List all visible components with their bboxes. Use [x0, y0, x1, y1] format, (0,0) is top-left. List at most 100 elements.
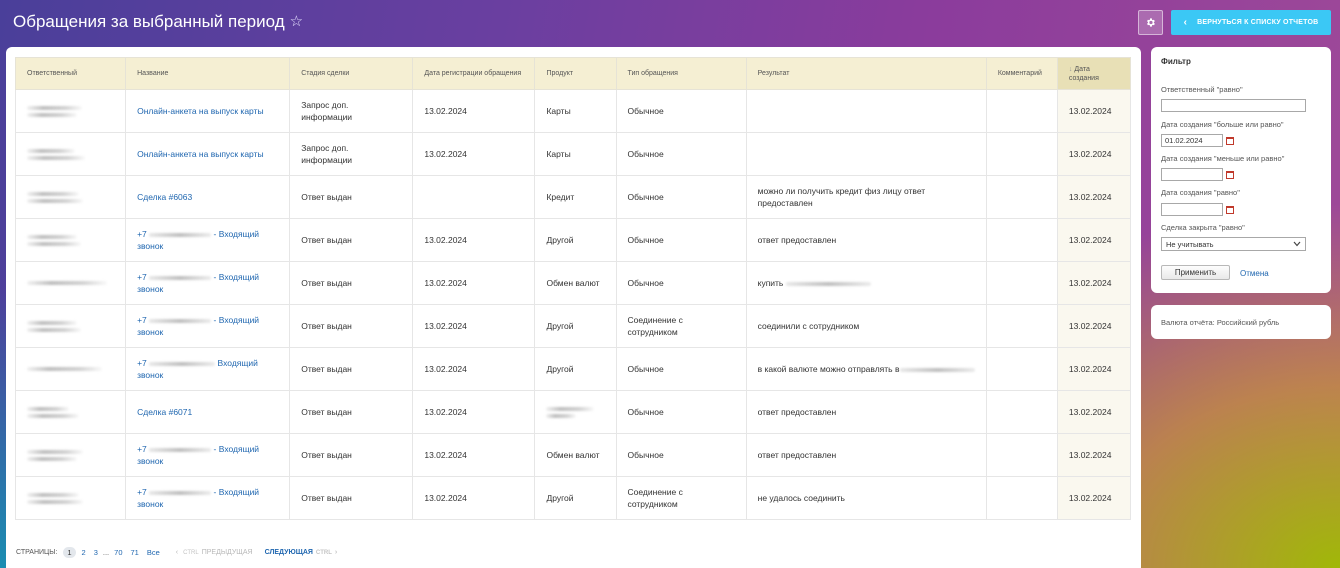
cell-stage: Ответ выдан — [289, 476, 414, 520]
page-link-all[interactable]: Все — [147, 548, 160, 557]
filter-created-eq-input[interactable] — [1161, 203, 1223, 216]
page-link-1[interactable]: 1 — [63, 546, 76, 558]
cell-name: +7 - Входящий звонок — [125, 476, 291, 520]
filter-created-gt-label: Дата создания "больше или равно" — [1161, 120, 1284, 129]
table-row: +7 - Входящий звонок Ответ выдан 13.02.2… — [14, 261, 1132, 305]
cell-stage: Ответ выдан — [289, 390, 414, 434]
column-header-created[interactable]: ↓ Дата создания — [1056, 57, 1132, 90]
cell-reg-date: 13.02.2024 — [412, 89, 536, 133]
cell-type: Соединение с сотрудником — [615, 476, 747, 520]
cell-created: 13.02.2024 — [1056, 261, 1132, 305]
page-link-2[interactable]: 2 — [82, 548, 86, 557]
back-to-reports-label: Вернуться к списку отчетов — [1197, 19, 1319, 26]
deal-link[interactable]: Сделка #6071 — [137, 407, 192, 417]
cell-comment — [985, 218, 1058, 262]
call-link[interactable]: +7 - Входящий звонок — [137, 444, 259, 466]
back-to-reports-button[interactable]: ‹ Вернуться к списку отчетов — [1171, 10, 1331, 35]
filter-responsible-label: Ответственный "равно" — [1161, 85, 1243, 94]
chevron-left-icon: ‹ — [1183, 17, 1188, 28]
cell-comment — [985, 132, 1058, 176]
page-header: Обращения за выбранный период ☆ ‹ Вернуть… — [0, 0, 1340, 46]
call-link[interactable]: +7 - Входящий звонок — [137, 229, 259, 251]
filter-closed-select[interactable]: Не учитывать — [1161, 237, 1306, 251]
filter-panel: Фильтр Ответственный "равно" Дата создан… — [1151, 47, 1331, 293]
cell-reg-date: 13.02.2024 — [412, 132, 536, 176]
cell-result: ответ предоставлен — [745, 433, 987, 477]
cell-reg-date: 13.02.2024 — [412, 390, 536, 434]
deal-link[interactable]: Онлайн-анкета на выпуск карты — [137, 149, 264, 159]
cell-product: Обмен валют — [534, 433, 617, 477]
apply-filter-button[interactable]: Применить — [1161, 265, 1230, 280]
column-header-type[interactable]: Тип обращения — [615, 57, 747, 90]
filter-created-lt-input[interactable] — [1161, 168, 1223, 181]
cell-name: +7 - Входящий звонок — [125, 261, 291, 305]
cell-created: 13.02.2024 — [1056, 347, 1132, 391]
table-row: +7 - Входящий звонок Ответ выдан 13.02.2… — [14, 304, 1132, 348]
calendar-icon[interactable] — [1226, 137, 1234, 145]
cell-result-text: купить — [757, 278, 784, 288]
table-row: Сделка #6063 Ответ выдан Кредит Обычное … — [14, 175, 1132, 219]
column-header-responsible[interactable]: Ответственный — [14, 57, 127, 90]
cell-created: 13.02.2024 — [1056, 132, 1132, 176]
call-link[interactable]: +7 - Входящий звонок — [137, 315, 259, 337]
cell-type: Обычное — [615, 175, 747, 219]
calendar-icon[interactable] — [1226, 206, 1234, 214]
cell-type: Соединение с сотрудником — [615, 304, 747, 348]
cell-product: Кредит — [534, 175, 617, 219]
column-header-product[interactable]: Продукт — [534, 57, 617, 90]
cell-reg-date: 13.02.2024 — [412, 347, 536, 391]
cell-type: Обычное — [615, 132, 747, 176]
cell-responsible — [14, 347, 127, 391]
column-header-result[interactable]: Результат — [745, 57, 987, 90]
calendar-icon[interactable] — [1226, 171, 1234, 179]
cell-product: Другой — [534, 218, 617, 262]
call-link[interactable]: +7 - Входящий звонок — [137, 487, 259, 509]
page-link-71[interactable]: 71 — [131, 548, 139, 557]
deal-link[interactable]: Сделка #6063 — [137, 192, 192, 202]
call-link-prefix: +7 — [137, 315, 147, 325]
settings-button[interactable] — [1138, 10, 1163, 35]
cell-result: купить — [745, 261, 987, 305]
chevron-down-icon — [1293, 241, 1301, 247]
call-link-prefix: +7 — [137, 444, 147, 454]
filter-created-gt-input[interactable] — [1161, 134, 1223, 147]
cell-created: 13.02.2024 — [1056, 218, 1132, 262]
cancel-filter-link[interactable]: Отмена — [1240, 269, 1269, 278]
cell-result — [745, 89, 987, 133]
call-link-prefix: +7 — [137, 229, 147, 239]
column-header-created-label: Дата создания — [1068, 65, 1099, 82]
cell-product — [534, 390, 617, 434]
filter-closed-value: Не учитывать — [1166, 239, 1214, 249]
cell-comment — [985, 304, 1058, 348]
cell-result: ответ предоставлен — [745, 218, 987, 262]
gear-icon — [1147, 18, 1155, 27]
prev-page-label: Предыдущая — [201, 548, 253, 556]
ctrl-hint: Ctrl — [183, 549, 199, 556]
page-link-3[interactable]: 3 — [94, 548, 98, 557]
cell-stage: Ответ выдан — [289, 304, 414, 348]
column-header-name[interactable]: Название — [125, 57, 291, 90]
cell-responsible — [14, 261, 127, 305]
filter-responsible-input[interactable] — [1161, 99, 1306, 112]
next-page-link[interactable]: Следующая Ctrl › — [265, 549, 338, 556]
cell-comment — [985, 476, 1058, 520]
page-link-70[interactable]: 70 — [114, 548, 122, 557]
cell-type: Обычное — [615, 390, 747, 434]
column-header-stage[interactable]: Стадия сделки — [289, 57, 414, 90]
call-link[interactable]: +7 Входящий звонок — [137, 358, 258, 380]
filter-closed-label: Сделка закрыта "равно" — [1161, 223, 1245, 232]
filter-title: Фильтр — [1161, 57, 1191, 66]
cell-responsible — [14, 304, 127, 348]
cell-product: Другой — [534, 304, 617, 348]
cell-created: 13.02.2024 — [1056, 476, 1132, 520]
column-header-comment[interactable]: Комментарий — [985, 57, 1058, 90]
cell-name: +7 - Входящий звонок — [125, 433, 291, 477]
call-link[interactable]: +7 - Входящий звонок — [137, 272, 259, 294]
cell-result: в какой валюте можно отправлять в — [745, 347, 987, 391]
filter-created-lt-label: Дата создания "меньше или равно" — [1161, 154, 1285, 163]
deal-link[interactable]: Онлайн-анкета на выпуск карты — [137, 106, 264, 116]
page-title: Обращения за выбранный период ☆ — [13, 12, 303, 32]
star-icon[interactable]: ☆ — [290, 12, 303, 30]
cell-responsible — [14, 476, 127, 520]
column-header-reg-date[interactable]: Дата регистрации обращения — [412, 57, 536, 90]
